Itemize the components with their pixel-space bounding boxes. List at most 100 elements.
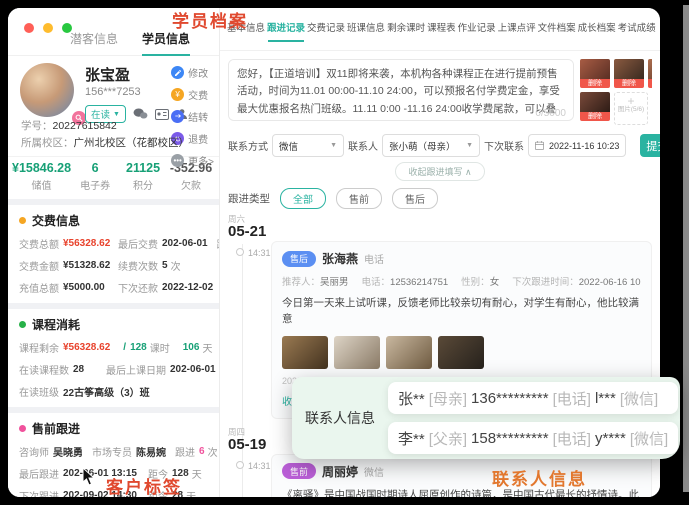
collapse-form-button[interactable]: 收起跟进填写 ∧ <box>395 162 485 181</box>
next-contact-date-input[interactable]: 2022-11-16 10:23 <box>528 134 627 157</box>
tab-followup-records[interactable]: 跟进记录 <box>266 8 306 50</box>
course-row: 在读班级 22古筝高级（3）班 <box>19 388 150 399</box>
contact-person-label: 联系人 <box>348 142 378 153</box>
tab-student-info[interactable]: 学员信息 <box>142 30 191 56</box>
delete-image-button[interactable]: 删除 <box>614 79 644 88</box>
chevron-down-icon: ▼ <box>330 142 337 149</box>
student-no: 20227615842 <box>52 120 117 132</box>
contact-row-mother: 张** [母亲] 136********* [电话] l*** [微信] <box>388 382 679 414</box>
payment-row: 充值总额 ¥5000.00 下次还款 2022-12-02 <box>19 282 214 295</box>
contact-wechat: y**** <box>594 429 626 447</box>
char-counter: 0/5000 <box>535 108 566 119</box>
uploaded-image[interactable]: 删除 <box>580 92 610 125</box>
campus-row: 所属校区：广州北校区（花都校区） <box>21 137 189 149</box>
entry-images <box>282 335 641 369</box>
timeline-row: 14:31 售前 周丽婷 微信 《离骚》是中国战国时期诗人屈原创作的诗篇，是中国… <box>228 453 652 497</box>
detail-tabs: 基本信息 跟进记录 交费记录 班课信息 剩余课时 课程表 作业记录 上课点评 文… <box>220 8 660 51</box>
filter-all-pill[interactable]: 全部 <box>280 188 326 209</box>
course-row: 在读课程数28 最后上课日期202-06-01 距今128天 <box>19 364 216 377</box>
presale-row: 咨询师 吴晓勇 市场专员 陈易婉 跟进 6 次 <box>19 446 218 459</box>
timeline-dot <box>236 248 244 256</box>
chevron-down-icon: ▼ <box>466 142 473 149</box>
tab-file-archive[interactable]: 文件档案 <box>537 8 577 50</box>
filter-presale-pill[interactable]: 售前 <box>336 188 382 209</box>
course-row: 课程剩余 ¥56328.62 /128 课时 106 天 <box>19 342 213 355</box>
more-button[interactable]: ••• 更多> <box>171 153 214 168</box>
profile-meta: 学号：20227615842 所属校区：广州北校区（花都校区） <box>21 118 189 152</box>
stat-stored-value: ¥15846.28 储值 <box>12 161 72 192</box>
tab-class-info[interactable]: 班课信息 <box>346 8 386 50</box>
photo-thumbnail[interactable] <box>334 335 380 369</box>
annotation-customer-tags: 客户标签 <box>106 478 182 497</box>
collapse-form-row: 收起跟进填写 ∧ <box>220 162 660 181</box>
delete-image-button[interactable]: 删除 <box>648 79 652 88</box>
tab-homework[interactable]: 作业记录 <box>457 8 497 50</box>
tab-class-reviews[interactable]: 上课点评 <box>497 8 537 50</box>
delete-image-button[interactable]: 删除 <box>580 79 610 88</box>
desktop-scrollbar-strip[interactable] <box>683 5 689 492</box>
minimize-traffic-light-icon[interactable] <box>43 23 53 33</box>
filter-aftersale-pill[interactable]: 售后 <box>392 188 438 209</box>
entry-contact-name: 周丽婷 <box>322 464 359 479</box>
payment-info-card: 交费信息 交费总额¥56328.62 最后交费202-06-01 距今1128天… <box>8 205 219 303</box>
entry-type-badge: 售前 <box>282 463 317 480</box>
course-usage-card: 课程消耗 课程剩余 ¥56328.62 /128 课时 106 天 在读课程数 28 最… <box>8 309 219 407</box>
photo-thumbnail[interactable] <box>386 335 432 369</box>
tab-growth-archive[interactable]: 成长档案 <box>577 8 617 50</box>
entry-channel: 微信 <box>364 467 385 479</box>
plus-icon: + <box>627 94 635 108</box>
section-bullet <box>19 321 26 328</box>
tab-payment-records[interactable]: 交费记录 <box>306 8 346 50</box>
tab-remaining-lessons[interactable]: 剩余课时 <box>386 8 426 50</box>
contact-way-select[interactable]: 微信 ▼ <box>272 134 344 157</box>
photo-thumbnail <box>580 92 610 112</box>
tab-exam-scores[interactable]: 考试成绩 <box>617 8 657 50</box>
presale-title: 售前跟进 <box>19 420 208 437</box>
pay-button[interactable]: ¥ 交费 <box>171 87 214 102</box>
followup-compose: 您好，【正道培训】双11即将来袭，本机构各种课程正在进行提前预售活动，时间为11… <box>228 59 652 126</box>
entry-content: 今日第一天来上试听课，反馈老师比较亲切有耐心，对学生有耐心，他比较满意 <box>282 297 639 326</box>
maximize-traffic-light-icon[interactable] <box>62 23 72 33</box>
calendar-icon <box>535 141 544 150</box>
section-bullet <box>19 217 26 224</box>
submit-button[interactable]: 提交 <box>640 134 660 157</box>
edit-button[interactable]: 修改 <box>171 65 214 80</box>
profile-actions: 修改 ¥ 交费 结转 退费 ••• 更多> <box>171 65 214 168</box>
close-traffic-light-icon[interactable] <box>24 23 34 33</box>
course-usage-title: 课程消耗 <box>19 316 208 333</box>
timeline-gutter: 14:31 <box>228 241 271 427</box>
entry-meta: 推荐人：吴丽男 电话：12536214751 性别：女 下次跟进时间：2022-… <box>282 277 641 288</box>
photo-thumbnail[interactable] <box>438 335 484 369</box>
mouse-cursor <box>82 468 96 486</box>
tab-timetable[interactable]: 课程表 <box>426 8 457 50</box>
annotation-contact-info: 联系人信息 <box>492 470 587 489</box>
uploaded-image[interactable]: 删除 <box>648 59 652 88</box>
contact-row-father: 李** [父亲] 158********* [电话] y**** [微信] <box>388 422 679 454</box>
contact-rows: 张** [母亲] 136********* [电话] l*** [微信] 李** [父亲… <box>388 377 683 459</box>
add-image-button[interactable]: + 图片(5/6) <box>614 92 648 125</box>
followup-textarea[interactable]: 您好，【正道培训】双11即将来袭，本机构各种课程正在进行提前预售活动，时间为11… <box>228 59 574 121</box>
upload-thumbnails: 删除 删除 删除 删除 +图片(5/6) <box>580 59 652 126</box>
timeline-date: 05-21 <box>228 223 267 240</box>
uploaded-image[interactable]: 删除 <box>580 59 610 88</box>
timeline-weekday: 周六 <box>228 214 246 224</box>
followup-form: 联系方式 微信 ▼ 联系人 张小萌（母亲） ▼ 下次联系 2022-11-16 10… <box>228 134 660 157</box>
tab-prospect-info[interactable]: 潜客信息 <box>70 30 118 47</box>
screenshot-stage: 潜客信息 学员信息 张宝盈 156***7253 在读 ▼ 修改 ¥ 交费 结转… <box>0 0 689 505</box>
entry-contact-name: 张海燕 <box>322 252 359 266</box>
payment-row: 交费金额 ¥51328.62 续费次数 5 次 <box>19 260 181 273</box>
section-bullet <box>19 425 26 432</box>
photo-thumbnail[interactable] <box>282 335 328 369</box>
contact-phone: 136********* <box>471 389 549 407</box>
entry-content: 《离骚》是中国战国时期诗人屈原创作的诗篇，是中国古代最长的抒情诗。此诗以诗人自述… <box>282 488 639 497</box>
uploaded-image[interactable]: 删除 <box>614 59 644 88</box>
notice-editor-wrap: 您好，【正道培训】双11即将来袭，本机构各种课程正在进行提前预售活动，时间为11… <box>228 59 574 126</box>
timeline-gutter: 14:31 <box>228 454 271 497</box>
annotation-student-archive: 学员档案 <box>172 12 248 31</box>
delete-image-button[interactable]: 删除 <box>580 112 610 121</box>
avatar[interactable] <box>20 63 86 125</box>
chevron-down-icon: ▼ <box>113 110 120 118</box>
contact-person-select[interactable]: 张小萌（母亲） ▼ <box>382 134 480 157</box>
next-contact-label: 下次联系 <box>484 142 524 153</box>
contact-phone: 158********* <box>471 429 549 447</box>
